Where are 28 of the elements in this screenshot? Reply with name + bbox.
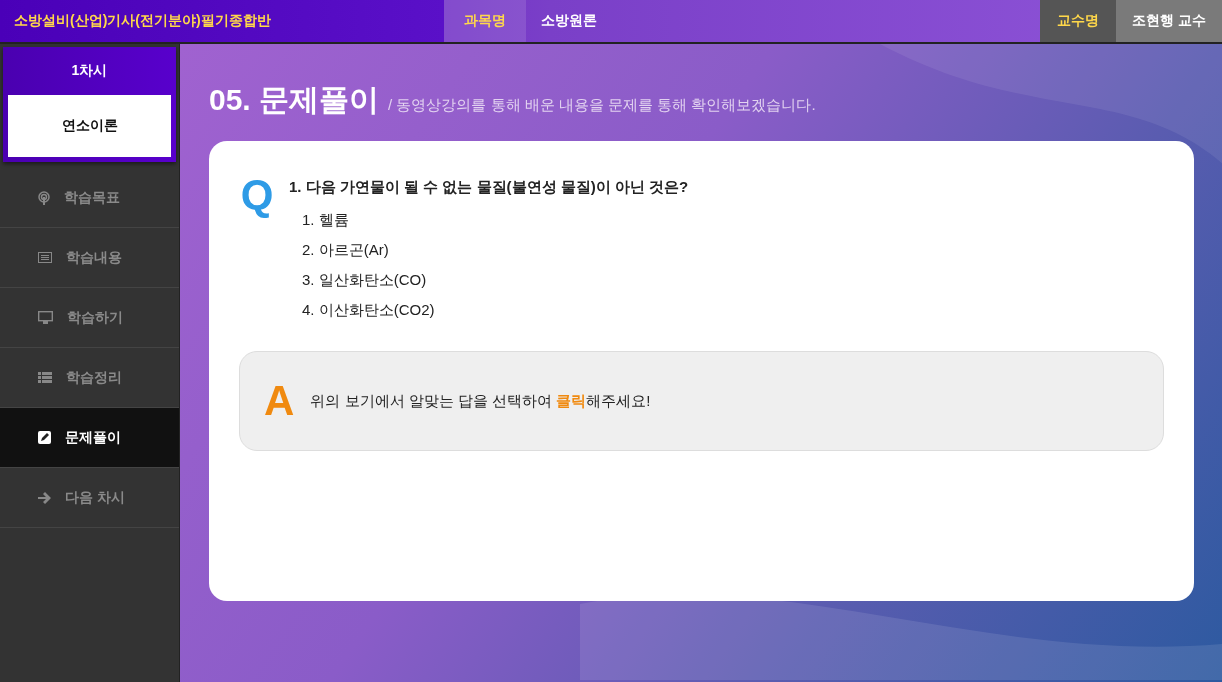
arrow-right-icon xyxy=(38,491,51,504)
lesson-title: 연소이론 xyxy=(8,95,171,157)
answer-option[interactable]: 4. 이산화탄소(CO2) xyxy=(289,295,689,325)
answer-mark-label: A xyxy=(264,377,295,425)
bullet-list-icon xyxy=(38,372,52,383)
professor-label: 교수명 xyxy=(1040,0,1117,42)
list-icon xyxy=(38,252,52,263)
monitor-icon xyxy=(38,311,53,324)
target-icon xyxy=(38,190,50,205)
question-mark-label: Q xyxy=(239,175,275,220)
nav-item[interactable]: 다음 차시 xyxy=(0,468,179,528)
nav-item[interactable]: 학습하기 xyxy=(0,288,179,348)
nav-item[interactable]: 문제풀이 xyxy=(0,408,179,468)
page-title: 05. 문제풀이 xyxy=(209,82,380,118)
course-title: 소방설비(산업)기사(전기분야)필기종합반 xyxy=(0,0,444,42)
professor-name: 조현행 교수 xyxy=(1116,0,1222,42)
page-subtitle: / 동영상강의를 통해 배운 내용을 문제를 통해 확인해보겠습니다. xyxy=(388,96,816,115)
answer-instruction: 위의 보기에서 알맞는 답을 선택하여 클릭해주세요! xyxy=(310,391,651,411)
answer-option[interactable]: 1. 헬륨 xyxy=(289,205,689,235)
question-text: 1. 다음 가연물이 될 수 없는 물질(불연성 물질)이 아닌 것은? xyxy=(289,177,689,197)
edit-icon xyxy=(38,431,51,444)
session-label: 1차시 xyxy=(70,61,109,80)
subject-label: 과목명 xyxy=(444,0,526,42)
nav-item[interactable]: 학습내용 xyxy=(0,228,179,288)
nav-item[interactable]: 학습목표 xyxy=(0,168,179,228)
subject-name: 소방원론 xyxy=(540,11,598,30)
answer-option[interactable]: 2. 아르곤(Ar) xyxy=(289,235,689,265)
answer-option[interactable]: 3. 일산화탄소(CO) xyxy=(289,265,689,295)
